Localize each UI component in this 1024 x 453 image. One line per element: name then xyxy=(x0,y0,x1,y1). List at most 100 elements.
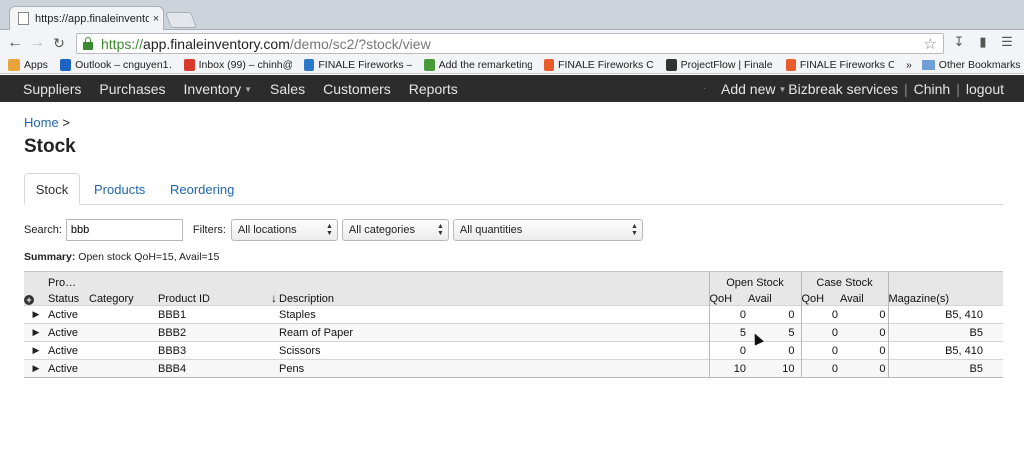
col-case-qoh[interactable]: QoH xyxy=(800,288,840,306)
add-new-menu[interactable]: Add new ▼ xyxy=(721,81,786,97)
quantity-filter-select[interactable]: All quantities ▲ ▼ xyxy=(452,219,643,241)
nav-customers[interactable]: Customers xyxy=(323,81,391,97)
bookmarks-overflow[interactable]: » Other Bookmarks xyxy=(906,59,1021,71)
table-row[interactable]: ▶ Active BBB4 Pens 10 10 0 0 B5 xyxy=(24,359,1003,378)
bookmark-label: Inbox (99) – chinh@… xyxy=(198,58,292,71)
new-tab-button[interactable] xyxy=(165,12,197,28)
table-row[interactable]: ▶ Active BBB2 Ream of Paper 5 5 0 0 B5 xyxy=(24,323,1003,342)
bookmark-label: FINALE Fireworks CR… xyxy=(558,58,654,71)
stock-table: Pro… Open Stock Case Stock + Status Cate… xyxy=(24,271,1003,378)
bookmark-label: Apps xyxy=(24,58,48,71)
product-group-header: Pro… xyxy=(48,271,709,289)
table-header-row: + Status Category Product ID ↓ Descripti… xyxy=(24,288,1003,306)
col-magazines[interactable]: Magazine(s) xyxy=(887,288,1003,306)
other-bookmarks[interactable]: Other Bookmarks xyxy=(939,59,1021,71)
row-case-qoh: 0 xyxy=(800,323,840,342)
select-arrows-icon: ▲ ▼ xyxy=(325,223,333,237)
location-filter-value: All locations xyxy=(237,224,297,236)
case-stock-group-header: Case Stock xyxy=(800,271,888,289)
table-row[interactable]: ▶ Active BBB1 Staples 0 0 0 0 B5, 410 xyxy=(24,305,1003,324)
col-open-avail[interactable]: Avail xyxy=(748,288,801,306)
bookmark-outlook[interactable]: Outlook – cnguyen1… xyxy=(59,58,172,71)
category-filter-select[interactable]: All categories ▲ ▼ xyxy=(341,219,449,241)
row-case-avail: 0 xyxy=(840,359,888,378)
reload-icon[interactable]: ↻ xyxy=(48,35,70,52)
expand-all-button[interactable]: + xyxy=(24,288,48,306)
bookmark-remarketing[interactable]: Add the remarketing… xyxy=(423,58,532,71)
nav-suppliers[interactable]: Suppliers xyxy=(23,81,81,97)
summary-text: Open stock QoH=15, Avail=15 xyxy=(78,251,220,263)
row-product-id[interactable]: BBB1 xyxy=(158,305,269,324)
col-status[interactable]: Status xyxy=(48,288,89,306)
expand-row-icon[interactable]: ▶ xyxy=(24,305,48,324)
nav-purchases[interactable]: Purchases xyxy=(99,81,165,97)
bookmark-apps[interactable]: Apps xyxy=(8,58,48,71)
page-title: Stock xyxy=(24,136,76,157)
nav-user[interactable]: Chinh xyxy=(914,81,951,97)
row-product-id[interactable]: BBB3 xyxy=(158,341,269,360)
app-navbar: Suppliers Purchases Inventory ▼ Sales Cus… xyxy=(0,75,1024,102)
url-path: /demo/sc2/?stock/view xyxy=(289,35,431,52)
expand-row-icon[interactable]: ▶ xyxy=(24,341,48,360)
nav-inventory-label: Inventory xyxy=(183,80,242,97)
nav-sales[interactable]: Sales xyxy=(270,81,305,97)
search-label: Search: xyxy=(24,224,62,236)
quantity-filter-value: All quantities xyxy=(459,224,523,236)
row-case-avail: 0 xyxy=(840,341,888,360)
row-status: Active xyxy=(48,305,89,324)
col-product-id[interactable]: Product ID xyxy=(158,288,269,306)
row-magazines: B5, 410 xyxy=(887,305,1003,324)
row-status: Active xyxy=(48,359,89,378)
address-bar[interactable]: https:// app.finaleinventory.com /demo/s… xyxy=(76,33,944,54)
nav-reports[interactable]: Reports xyxy=(409,81,458,97)
expand-row-icon[interactable]: ▶ xyxy=(24,359,48,378)
gmail-icon xyxy=(183,58,195,71)
row-open-qoh: 10 xyxy=(708,359,748,378)
nav-logout[interactable]: logout xyxy=(966,81,1004,97)
bookmark-finale-cr-2[interactable]: FINALE Fireworks CR… xyxy=(785,58,894,71)
col-case-avail[interactable]: Avail xyxy=(840,288,888,306)
search-input[interactable] xyxy=(65,219,183,241)
fireworks-icon xyxy=(785,58,796,71)
row-category xyxy=(89,359,158,378)
plus-circle-icon: + xyxy=(24,295,34,305)
chevron-more-icon[interactable]: » xyxy=(906,59,912,71)
breadcrumb-home[interactable]: Home xyxy=(24,115,59,130)
tab-products[interactable]: Products xyxy=(94,173,145,205)
col-description[interactable]: Description xyxy=(279,288,709,306)
bookmark-label: ProjectFlow | Finale … xyxy=(680,58,774,71)
tab-stock[interactable]: Stock xyxy=(24,173,80,205)
tab-reordering[interactable]: Reordering xyxy=(170,173,234,205)
back-arrow-icon[interactable]: ← xyxy=(4,34,26,52)
browser-window: https://app.finaleinventor × ← → ↻ https… xyxy=(0,0,1024,453)
row-open-avail: 10 xyxy=(748,359,801,378)
bookmarks-bar: Apps Outlook – cnguyen1… Inbox (99) – ch… xyxy=(0,56,1024,74)
bookmark-projectflow[interactable]: ProjectFlow | Finale … xyxy=(665,58,774,71)
expand-row-icon[interactable]: ▶ xyxy=(24,323,48,342)
row-product-id[interactable]: BBB2 xyxy=(158,323,269,342)
table-row[interactable]: ▶ Active BBB3 Scissors 0 0 0 0 B5, 410 xyxy=(24,341,1003,360)
row-case-qoh: 0 xyxy=(800,341,840,360)
col-open-qoh[interactable]: QoH xyxy=(708,288,748,306)
location-filter-select[interactable]: All locations ▲ ▼ xyxy=(230,219,338,241)
row-product-id[interactable]: BBB4 xyxy=(158,359,269,378)
browser-tab[interactable]: https://app.finaleinventor × xyxy=(9,6,164,30)
col-category[interactable]: Category xyxy=(89,288,158,306)
nav-company[interactable]: Bizbreak services xyxy=(788,81,898,97)
sort-down-icon[interactable]: ↓ xyxy=(269,288,279,306)
nav-inventory[interactable]: Inventory ▼ xyxy=(184,81,253,97)
row-status: Active xyxy=(48,323,89,342)
extension-icon[interactable]: ▮ xyxy=(976,34,990,50)
tab-strip: https://app.finaleinventor × xyxy=(0,0,1024,30)
close-tab-icon[interactable]: × xyxy=(149,13,163,25)
download-icon[interactable]: ↧ xyxy=(952,34,966,50)
breadcrumb-separator: > xyxy=(62,115,70,130)
bookmark-label: FINALE Fireworks – … xyxy=(318,58,412,71)
bookmark-inbox[interactable]: Inbox (99) – chinh@… xyxy=(183,58,292,71)
bookmark-star-icon[interactable]: ☆ xyxy=(924,35,937,53)
menu-icon[interactable]: ☰ xyxy=(1000,34,1014,50)
forward-arrow-icon[interactable]: → xyxy=(26,34,48,52)
filters-label: Filters: xyxy=(192,224,226,236)
bookmark-finale-cr[interactable]: FINALE Fireworks CR… xyxy=(543,58,654,71)
bookmark-finale-fireworks[interactable]: FINALE Fireworks – … xyxy=(303,58,412,71)
